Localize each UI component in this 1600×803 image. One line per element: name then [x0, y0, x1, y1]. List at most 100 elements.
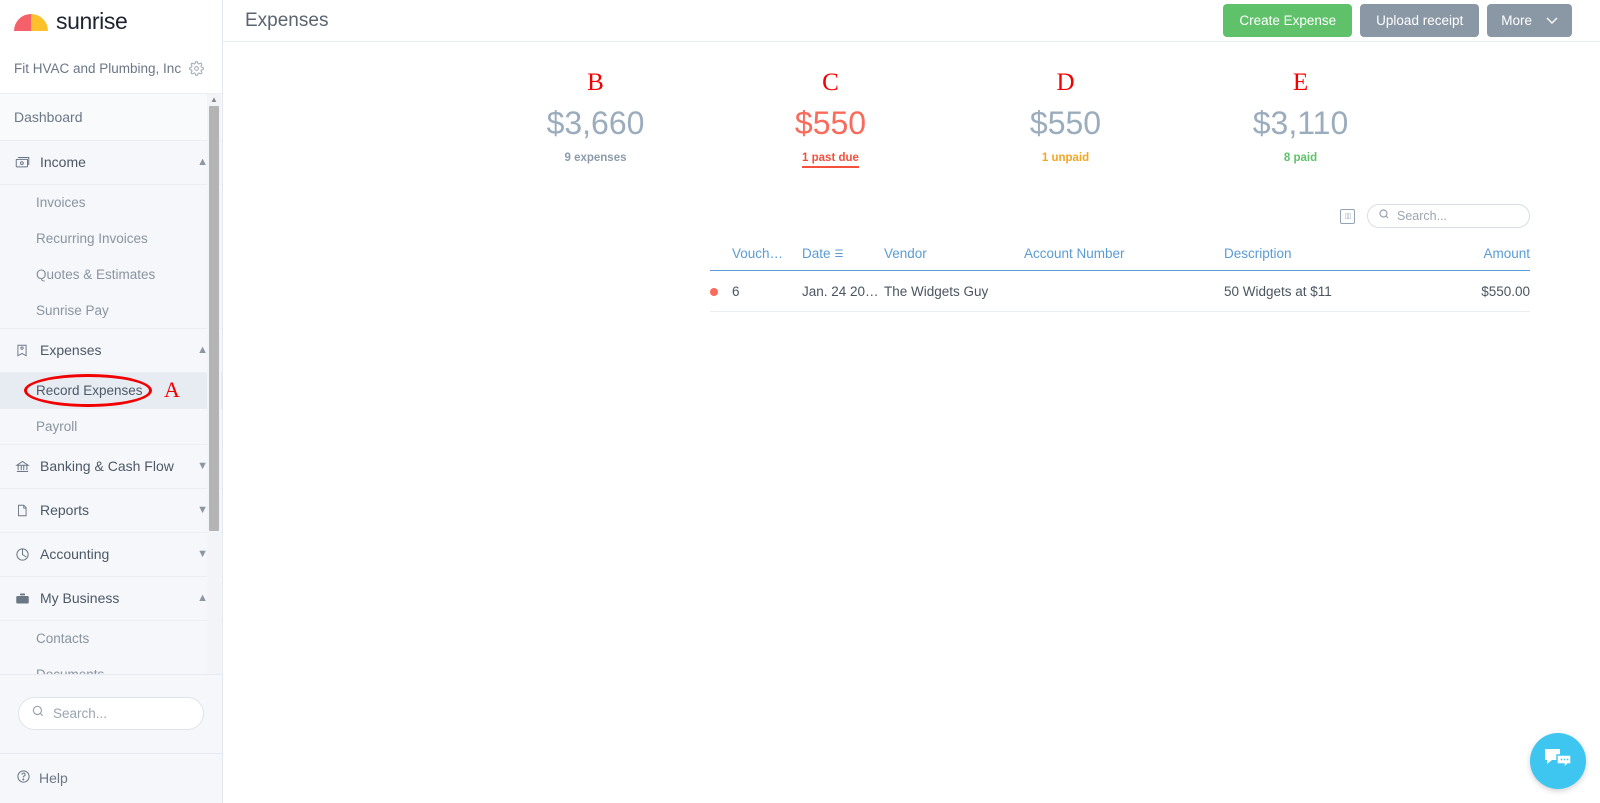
- row-account-number: [1024, 271, 1224, 312]
- search-icon: [31, 704, 45, 723]
- column-voucher[interactable]: Vouch…: [732, 246, 802, 271]
- column-vendor[interactable]: Vendor: [884, 246, 1024, 271]
- column-amount[interactable]: Amount: [1434, 246, 1530, 271]
- stat-paid: E $3,110 8 paid: [1183, 70, 1418, 168]
- row-voucher: 6: [732, 271, 802, 312]
- create-expense-button[interactable]: Create Expense: [1223, 4, 1352, 37]
- upload-receipt-button[interactable]: Upload receipt: [1360, 4, 1479, 37]
- columns-settings-icon[interactable]: ▯▯: [1340, 209, 1355, 224]
- column-account-number[interactable]: Account Number: [1024, 246, 1224, 271]
- sidebar-item-contacts[interactable]: Contacts: [0, 621, 222, 657]
- scroll-up-icon[interactable]: ▲: [210, 94, 218, 106]
- more-label: More: [1501, 13, 1532, 28]
- sidebar: sunrise Fit HVAC and Plumbing, Inc Dashb…: [0, 0, 223, 803]
- stat-value: $3,660: [478, 103, 713, 143]
- sidebar-item-label: Invoices: [36, 195, 86, 210]
- chat-support-button[interactable]: [1530, 733, 1586, 789]
- report-icon: [14, 503, 30, 518]
- briefcase-icon: [14, 591, 30, 606]
- sidebar-group-accounting[interactable]: Accounting ▼: [0, 533, 222, 577]
- sidebar-search-wrap: Search...: [0, 674, 222, 753]
- sidebar-item-label: Sunrise Pay: [36, 303, 109, 318]
- company-row: Fit HVAC and Plumbing, Inc: [0, 43, 222, 93]
- sunrise-logo-icon: [14, 12, 48, 32]
- column-date[interactable]: Date ☰: [802, 246, 884, 271]
- sidebar-nav: Dashboard Income ▲ Invoices Recur: [0, 94, 222, 674]
- sidebar-item-record-expenses[interactable]: Record Expenses: [0, 373, 222, 409]
- sidebar-item-label: Recurring Invoices: [36, 231, 148, 246]
- row-description: 50 Widgets at $11: [1224, 271, 1434, 312]
- expenses-icon: [14, 343, 30, 358]
- bank-icon: [14, 459, 30, 474]
- company-name: Fit HVAC and Plumbing, Inc: [14, 61, 181, 76]
- sort-icon[interactable]: ☰: [835, 249, 844, 260]
- search-icon: [1378, 207, 1390, 225]
- table-body: 6 Jan. 24 20… The Widgets Guy 50 Widgets…: [710, 271, 1530, 312]
- sidebar-group-label: Expenses: [40, 342, 187, 358]
- table-row[interactable]: 6 Jan. 24 20… The Widgets Guy 50 Widgets…: [710, 271, 1530, 312]
- stat-sublabel[interactable]: 8 paid: [1284, 152, 1317, 164]
- stat-value: $550: [713, 103, 948, 143]
- chevron-down-icon: [1546, 13, 1558, 28]
- main-content: Expenses Create Expense Upload receipt M…: [223, 0, 1600, 803]
- sidebar-search-input[interactable]: Search...: [18, 697, 204, 730]
- accounting-icon: [14, 547, 30, 562]
- sidebar-item-label: Payroll: [36, 419, 77, 434]
- sidebar-search-placeholder: Search...: [53, 706, 107, 721]
- sidebar-item-dashboard[interactable]: Dashboard: [0, 94, 222, 141]
- sidebar-item-documents[interactable]: Documents: [0, 657, 222, 674]
- help-circle-icon: [16, 769, 31, 787]
- stat-unpaid: D $550 1 unpaid: [948, 70, 1183, 168]
- expenses-table: Vouch… Date ☰ Vendor Account Number Descr…: [710, 246, 1530, 312]
- row-status-dot: [710, 271, 732, 312]
- sidebar-item-help[interactable]: Help: [0, 753, 222, 803]
- table-toolbar: ▯▯ Search...: [710, 204, 1530, 228]
- stat-sublabel[interactable]: 9 expenses: [564, 152, 626, 164]
- stat-past-due: C $550 1 past due: [713, 70, 948, 168]
- column-date-label: Date: [802, 246, 831, 261]
- annotation-label-a: A: [164, 377, 180, 403]
- stat-sublabel[interactable]: 1 unpaid: [1042, 152, 1089, 164]
- chat-bubbles-icon: [1543, 747, 1573, 776]
- help-label: Help: [39, 770, 68, 786]
- sidebar-item-label: Quotes & Estimates: [36, 267, 155, 282]
- sidebar-item-invoices[interactable]: Invoices: [0, 185, 222, 221]
- sidebar-item-label: Contacts: [36, 631, 89, 646]
- annotation-label-b: B: [478, 70, 713, 95]
- annotation-label-c: C: [713, 70, 948, 95]
- stat-sublabel[interactable]: 1 past due: [802, 152, 859, 168]
- sidebar-group-income[interactable]: Income ▲: [0, 141, 222, 185]
- stat-total-expenses: B $3,660 9 expenses: [478, 70, 713, 168]
- sidebar-item-label: Documents: [36, 667, 104, 673]
- table-header-row: Vouch… Date ☰ Vendor Account Number Descr…: [710, 246, 1530, 271]
- expenses-table-zone: ▯▯ Search... Vouch…: [710, 204, 1530, 312]
- table-search-placeholder: Search...: [1397, 209, 1447, 223]
- sidebar-item-sunrise-pay[interactable]: Sunrise Pay: [0, 293, 222, 329]
- table-search-input[interactable]: Search...: [1367, 204, 1530, 228]
- more-button[interactable]: More: [1487, 4, 1572, 37]
- topbar: Expenses Create Expense Upload receipt M…: [223, 0, 1600, 42]
- brand-logo[interactable]: sunrise: [0, 0, 222, 43]
- sidebar-group-label: My Business: [40, 590, 187, 606]
- app-root: sunrise Fit HVAC and Plumbing, Inc Dashb…: [0, 0, 1600, 803]
- top-actions: Create Expense Upload receipt More: [1223, 4, 1572, 37]
- sidebar-group-expenses[interactable]: Expenses ▲: [0, 329, 222, 373]
- sidebar-group-my-business[interactable]: My Business ▲: [0, 577, 222, 621]
- sidebar-group-reports[interactable]: Reports ▼: [0, 489, 222, 533]
- sidebar-item-payroll[interactable]: Payroll: [0, 409, 222, 445]
- sidebar-item-recurring-invoices[interactable]: Recurring Invoices: [0, 221, 222, 257]
- column-description[interactable]: Description: [1224, 246, 1434, 271]
- annotation-label-d: D: [948, 70, 1183, 95]
- sidebar-item-label: Dashboard: [14, 109, 83, 125]
- column-status: [710, 246, 732, 271]
- sidebar-group-banking-cash-flow[interactable]: Banking & Cash Flow ▼: [0, 445, 222, 489]
- income-icon: [14, 155, 30, 170]
- sidebar-scrollbar[interactable]: ▲: [207, 94, 221, 674]
- sidebar-group-label: Banking & Cash Flow: [40, 458, 187, 474]
- scrollbar-thumb[interactable]: [209, 106, 219, 531]
- row-vendor: The Widgets Guy: [884, 271, 1024, 312]
- gear-icon[interactable]: [189, 61, 204, 76]
- sidebar-item-quotes-estimates[interactable]: Quotes & Estimates: [0, 257, 222, 293]
- stat-value: $550: [948, 103, 1183, 143]
- sidebar-item-label: Record Expenses: [36, 383, 143, 398]
